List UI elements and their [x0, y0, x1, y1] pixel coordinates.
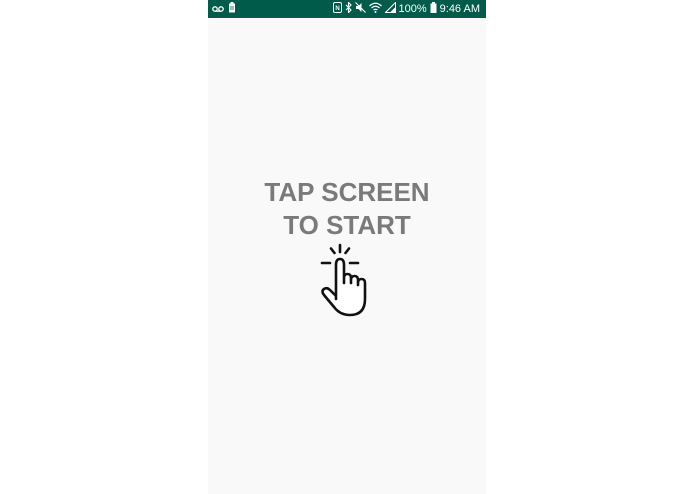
battery-icon	[430, 2, 437, 16]
status-bar: N 100% 9:46 AM	[208, 0, 486, 18]
bluetooth-icon	[345, 1, 352, 16]
voicemail-icon	[212, 0, 224, 18]
prompt-line-1: TAP SCREEN	[264, 177, 430, 207]
mute-icon	[354, 2, 366, 16]
tap-hand-icon	[318, 243, 374, 324]
signal-icon	[383, 1, 396, 16]
app-screen[interactable]: N 100% 9:46 AM TAP SCREEN TO START	[208, 0, 486, 494]
battery-saver-icon	[228, 0, 236, 18]
svg-text:N: N	[335, 6, 339, 12]
nfc-icon: N	[332, 2, 342, 16]
battery-percent: 100%	[398, 3, 427, 15]
tap-to-start-area[interactable]: TAP SCREEN TO START	[208, 18, 486, 494]
wifi-icon	[368, 2, 382, 16]
clock: 9:46 AM	[439, 3, 480, 15]
prompt-line-2: TO START	[283, 210, 411, 240]
